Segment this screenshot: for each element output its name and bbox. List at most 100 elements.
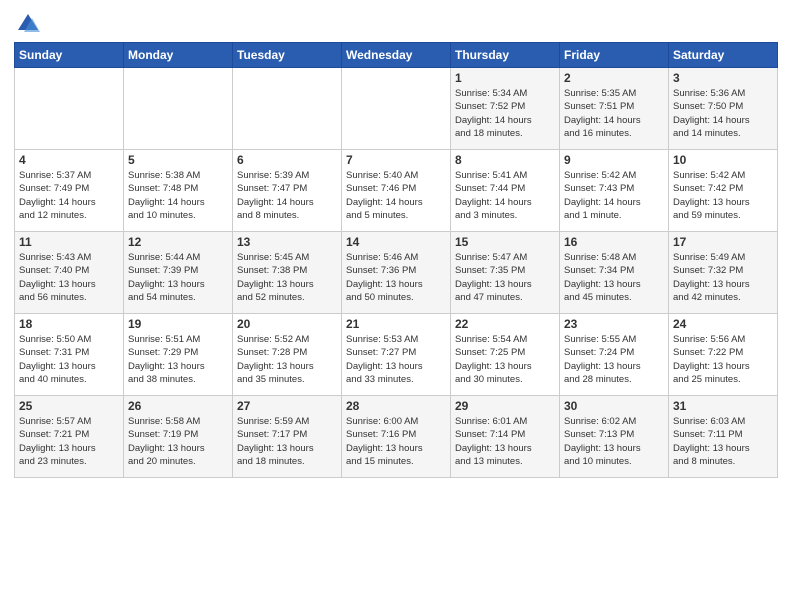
cell-content: Sunrise: 5:38 AM Sunset: 7:48 PM Dayligh… xyxy=(128,169,228,222)
day-number: 18 xyxy=(19,317,119,331)
calendar-cell: 14 Sunrise: 5:46 AM Sunset: 7:36 PM Dayli… xyxy=(342,232,451,314)
header xyxy=(14,10,778,38)
calendar-week-row: 18 Sunrise: 5:50 AM Sunset: 7:31 PM Dayli… xyxy=(15,314,778,396)
day-number: 2 xyxy=(564,71,664,85)
cell-content: Sunrise: 5:49 AM Sunset: 7:32 PM Dayligh… xyxy=(673,251,773,304)
weekday-header-tuesday: Tuesday xyxy=(233,43,342,68)
cell-content: Sunrise: 5:47 AM Sunset: 7:35 PM Dayligh… xyxy=(455,251,555,304)
day-number: 7 xyxy=(346,153,446,167)
calendar-cell: 18 Sunrise: 5:50 AM Sunset: 7:31 PM Dayli… xyxy=(15,314,124,396)
calendar-week-row: 4 Sunrise: 5:37 AM Sunset: 7:49 PM Daylig… xyxy=(15,150,778,232)
calendar-cell: 4 Sunrise: 5:37 AM Sunset: 7:49 PM Daylig… xyxy=(15,150,124,232)
cell-content: Sunrise: 5:50 AM Sunset: 7:31 PM Dayligh… xyxy=(19,333,119,386)
calendar-cell: 25Sunrise: 5:57 AM Sunset: 7:21 PM Dayli… xyxy=(15,396,124,478)
calendar-cell: 7 Sunrise: 5:40 AM Sunset: 7:46 PM Daylig… xyxy=(342,150,451,232)
calendar-cell: 5 Sunrise: 5:38 AM Sunset: 7:48 PM Daylig… xyxy=(124,150,233,232)
cell-content: Sunrise: 6:00 AM Sunset: 7:16 PM Dayligh… xyxy=(346,415,446,468)
cell-content: Sunrise: 5:46 AM Sunset: 7:36 PM Dayligh… xyxy=(346,251,446,304)
cell-content: Sunrise: 5:56 AM Sunset: 7:22 PM Dayligh… xyxy=(673,333,773,386)
calendar-cell: 8 Sunrise: 5:41 AM Sunset: 7:44 PM Daylig… xyxy=(451,150,560,232)
calendar-cell: 11 Sunrise: 5:43 AM Sunset: 7:40 PM Dayli… xyxy=(15,232,124,314)
day-number: 5 xyxy=(128,153,228,167)
calendar-cell: 30Sunrise: 6:02 AM Sunset: 7:13 PM Dayli… xyxy=(560,396,669,478)
cell-content: Sunrise: 5:34 AM Sunset: 7:52 PM Dayligh… xyxy=(455,87,555,140)
weekday-header-row: SundayMondayTuesdayWednesdayThursdayFrid… xyxy=(15,43,778,68)
cell-content: Sunrise: 5:58 AM Sunset: 7:19 PM Dayligh… xyxy=(128,415,228,468)
cell-content: Sunrise: 5:35 AM Sunset: 7:51 PM Dayligh… xyxy=(564,87,664,140)
weekday-header-monday: Monday xyxy=(124,43,233,68)
calendar-cell: 10Sunrise: 5:42 AM Sunset: 7:42 PM Dayli… xyxy=(669,150,778,232)
day-number: 4 xyxy=(19,153,119,167)
day-number: 27 xyxy=(237,399,337,413)
cell-content: Sunrise: 5:36 AM Sunset: 7:50 PM Dayligh… xyxy=(673,87,773,140)
day-number: 24 xyxy=(673,317,773,331)
calendar-cell: 21 Sunrise: 5:53 AM Sunset: 7:27 PM Dayli… xyxy=(342,314,451,396)
day-number: 8 xyxy=(455,153,555,167)
calendar-cell: 6 Sunrise: 5:39 AM Sunset: 7:47 PM Daylig… xyxy=(233,150,342,232)
page-container: SundayMondayTuesdayWednesdayThursdayFrid… xyxy=(0,0,792,484)
calendar-cell xyxy=(342,68,451,150)
day-number: 31 xyxy=(673,399,773,413)
day-number: 21 xyxy=(346,317,446,331)
calendar-cell: 26 Sunrise: 5:58 AM Sunset: 7:19 PM Dayli… xyxy=(124,396,233,478)
calendar-cell: 19Sunrise: 5:51 AM Sunset: 7:29 PM Dayli… xyxy=(124,314,233,396)
cell-content: Sunrise: 5:43 AM Sunset: 7:40 PM Dayligh… xyxy=(19,251,119,304)
weekday-header-sunday: Sunday xyxy=(15,43,124,68)
calendar-cell: 24 Sunrise: 5:56 AM Sunset: 7:22 PM Dayli… xyxy=(669,314,778,396)
day-number: 14 xyxy=(346,235,446,249)
day-number: 11 xyxy=(19,235,119,249)
cell-content: Sunrise: 5:41 AM Sunset: 7:44 PM Dayligh… xyxy=(455,169,555,222)
calendar-cell: 12 Sunrise: 5:44 AM Sunset: 7:39 PM Dayli… xyxy=(124,232,233,314)
cell-content: Sunrise: 5:42 AM Sunset: 7:42 PM Dayligh… xyxy=(673,169,773,222)
cell-content: Sunrise: 5:52 AM Sunset: 7:28 PM Dayligh… xyxy=(237,333,337,386)
calendar-cell: 2 Sunrise: 5:35 AM Sunset: 7:51 PM Daylig… xyxy=(560,68,669,150)
calendar-cell: 20Sunrise: 5:52 AM Sunset: 7:28 PM Dayli… xyxy=(233,314,342,396)
cell-content: Sunrise: 5:57 AM Sunset: 7:21 PM Dayligh… xyxy=(19,415,119,468)
day-number: 9 xyxy=(564,153,664,167)
cell-content: Sunrise: 5:40 AM Sunset: 7:46 PM Dayligh… xyxy=(346,169,446,222)
day-number: 13 xyxy=(237,235,337,249)
calendar-cell: 22Sunrise: 5:54 AM Sunset: 7:25 PM Dayli… xyxy=(451,314,560,396)
day-number: 15 xyxy=(455,235,555,249)
calendar-cell xyxy=(233,68,342,150)
day-number: 6 xyxy=(237,153,337,167)
weekday-header-wednesday: Wednesday xyxy=(342,43,451,68)
logo-icon xyxy=(14,10,42,38)
cell-content: Sunrise: 5:45 AM Sunset: 7:38 PM Dayligh… xyxy=(237,251,337,304)
weekday-header-thursday: Thursday xyxy=(451,43,560,68)
cell-content: Sunrise: 5:55 AM Sunset: 7:24 PM Dayligh… xyxy=(564,333,664,386)
calendar-cell: 23 Sunrise: 5:55 AM Sunset: 7:24 PM Dayli… xyxy=(560,314,669,396)
cell-content: Sunrise: 5:54 AM Sunset: 7:25 PM Dayligh… xyxy=(455,333,555,386)
day-number: 26 xyxy=(128,399,228,413)
calendar-cell xyxy=(124,68,233,150)
day-number: 17 xyxy=(673,235,773,249)
calendar-header: SundayMondayTuesdayWednesdayThursdayFrid… xyxy=(15,43,778,68)
day-number: 16 xyxy=(564,235,664,249)
day-number: 12 xyxy=(128,235,228,249)
calendar-cell: 17 Sunrise: 5:49 AM Sunset: 7:32 PM Dayli… xyxy=(669,232,778,314)
calendar-cell: 1Sunrise: 5:34 AM Sunset: 7:52 PM Daylig… xyxy=(451,68,560,150)
cell-content: Sunrise: 6:02 AM Sunset: 7:13 PM Dayligh… xyxy=(564,415,664,468)
cell-content: Sunrise: 6:03 AM Sunset: 7:11 PM Dayligh… xyxy=(673,415,773,468)
cell-content: Sunrise: 6:01 AM Sunset: 7:14 PM Dayligh… xyxy=(455,415,555,468)
cell-content: Sunrise: 5:42 AM Sunset: 7:43 PM Dayligh… xyxy=(564,169,664,222)
calendar-cell: 15 Sunrise: 5:47 AM Sunset: 7:35 PM Dayli… xyxy=(451,232,560,314)
day-number: 23 xyxy=(564,317,664,331)
weekday-header-friday: Friday xyxy=(560,43,669,68)
calendar-cell: 9 Sunrise: 5:42 AM Sunset: 7:43 PM Daylig… xyxy=(560,150,669,232)
cell-content: Sunrise: 5:37 AM Sunset: 7:49 PM Dayligh… xyxy=(19,169,119,222)
day-number: 3 xyxy=(673,71,773,85)
cell-content: Sunrise: 5:51 AM Sunset: 7:29 PM Dayligh… xyxy=(128,333,228,386)
calendar-table: SundayMondayTuesdayWednesdayThursdayFrid… xyxy=(14,42,778,478)
cell-content: Sunrise: 5:53 AM Sunset: 7:27 PM Dayligh… xyxy=(346,333,446,386)
calendar-cell: 16Sunrise: 5:48 AM Sunset: 7:34 PM Dayli… xyxy=(560,232,669,314)
cell-content: Sunrise: 5:44 AM Sunset: 7:39 PM Dayligh… xyxy=(128,251,228,304)
calendar-cell: 27 Sunrise: 5:59 AM Sunset: 7:17 PM Dayli… xyxy=(233,396,342,478)
weekday-header-saturday: Saturday xyxy=(669,43,778,68)
cell-content: Sunrise: 5:39 AM Sunset: 7:47 PM Dayligh… xyxy=(237,169,337,222)
cell-content: Sunrise: 5:59 AM Sunset: 7:17 PM Dayligh… xyxy=(237,415,337,468)
calendar-cell: 3 Sunrise: 5:36 AM Sunset: 7:50 PM Daylig… xyxy=(669,68,778,150)
calendar-week-row: 25Sunrise: 5:57 AM Sunset: 7:21 PM Dayli… xyxy=(15,396,778,478)
calendar-week-row: 1Sunrise: 5:34 AM Sunset: 7:52 PM Daylig… xyxy=(15,68,778,150)
calendar-cell: 13 Sunrise: 5:45 AM Sunset: 7:38 PM Dayli… xyxy=(233,232,342,314)
